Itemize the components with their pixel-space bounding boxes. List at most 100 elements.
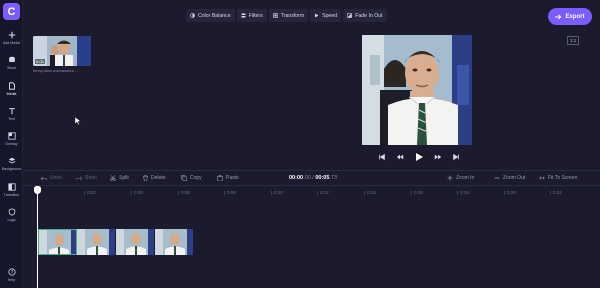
split-button[interactable]: Split (110, 175, 129, 181)
video-clip[interactable] (155, 229, 194, 255)
sidebar-item-label: Background (1, 167, 22, 171)
color-balance-icon (190, 13, 195, 18)
speed-button[interactable]: Speed (310, 9, 342, 22)
sidebar-item-label: Add Media (2, 41, 21, 45)
undo-label: Undo (50, 175, 62, 181)
total-time-fraction: .73 (329, 175, 338, 181)
transform-button[interactable]: Transform (268, 9, 309, 22)
ruler-tick-label: 0:02 (84, 190, 96, 195)
sidebar-item-background[interactable]: Background (0, 157, 23, 171)
ruler-tick-label: 0:20 (504, 190, 516, 195)
copy-button[interactable]: Copy (181, 175, 202, 181)
export-label: Export (565, 13, 585, 20)
undo-button[interactable]: Undo (41, 175, 62, 181)
skip-to-start-icon[interactable] (378, 153, 386, 161)
clip-frame-image (77, 229, 115, 255)
zoom-out-button[interactable]: Zoom Out (494, 175, 525, 181)
playhead-handle[interactable] (34, 186, 41, 194)
trash-icon (143, 175, 148, 181)
timeline-ruler[interactable]: 0:02 0:04 0:06 0:08 0:10 0:12 0:14 0:16 … (23, 188, 600, 198)
media-caption: funny-face-workaholics ... (33, 68, 79, 73)
file-icon (8, 82, 15, 90)
timecode-display: 00:00.00 / 00:05.73 (289, 175, 337, 181)
fast-forward-icon[interactable] (434, 153, 442, 161)
transition-icon (7, 183, 16, 191)
timeline-toolbar: Undo Redo Split Delete Copy Paste 00:00.… (23, 170, 600, 186)
ruler-tick-label: 0:04 (131, 190, 143, 195)
video-preview (362, 35, 472, 145)
clip-frame-image (116, 229, 154, 255)
media-thumbnail[interactable]: 0:05 (33, 36, 91, 66)
fade-icon (347, 13, 352, 18)
filters-button[interactable]: Filters (236, 9, 267, 22)
total-time: 00:05 (315, 175, 330, 181)
minus-icon (494, 177, 500, 179)
redo-icon (76, 175, 82, 181)
redo-label: Redo (85, 175, 97, 181)
playback-controls (378, 152, 460, 162)
sidebar-item-logo[interactable]: Logo (0, 208, 23, 222)
button-label: Transform (280, 12, 305, 19)
shield-icon (8, 208, 15, 216)
delete-button[interactable]: Delete (143, 175, 165, 181)
button-label: Filters (248, 12, 263, 19)
filters-icon (241, 13, 246, 18)
sidebar-item-add-media[interactable]: Add Media (0, 31, 23, 45)
video-track (38, 229, 194, 255)
current-time: 00:00 (289, 175, 304, 181)
redo-button[interactable]: Redo (76, 175, 97, 181)
arrow-right-icon (555, 14, 562, 19)
sidebar-item-overlay[interactable]: Overlay (0, 132, 23, 146)
undo-icon (41, 175, 47, 181)
rewind-icon[interactable] (396, 153, 404, 161)
sidebar-item-transition[interactable]: Transition (0, 183, 23, 197)
left-sidebar: C Add Media Stock Media Text Overlay Bac… (0, 0, 23, 288)
sidebar-item-text[interactable]: Text (0, 107, 23, 121)
skip-to-end-icon[interactable] (452, 153, 460, 161)
ruler-tick-label: 0:10 (271, 190, 283, 195)
ruler-tick-label: 0:08 (224, 190, 236, 195)
video-clip[interactable] (77, 229, 116, 255)
overlay-icon (7, 132, 16, 140)
ruler-tick-label: 0:16 (411, 190, 423, 195)
transform-icon (272, 13, 278, 18)
sidebar-item-help[interactable]: ? Help (0, 268, 23, 282)
plus-icon (8, 31, 15, 39)
layers-icon (8, 157, 15, 164)
video-clip[interactable] (116, 229, 155, 255)
zoom-in-label: Zoom In (456, 175, 475, 181)
sidebar-item-media[interactable]: Media (0, 82, 23, 96)
play-icon[interactable] (414, 152, 424, 162)
color-balance-button[interactable]: Color Balance (186, 9, 235, 22)
sidebar-item-label: Text (8, 117, 15, 121)
plus-icon (447, 175, 453, 181)
paste-button[interactable]: Paste (217, 175, 239, 181)
preview-frame-image (362, 35, 472, 145)
split-label: Split (119, 175, 129, 181)
aspect-ratio-button[interactable]: 1:1 (567, 36, 580, 45)
sidebar-item-label: Stock (7, 66, 16, 70)
scissors-icon (110, 175, 116, 181)
zoom-in-button[interactable]: Zoom In (447, 175, 474, 181)
fit-to-screen-button[interactable]: Fit To Screen (539, 175, 577, 181)
playhead-line[interactable] (37, 186, 38, 288)
paste-icon (217, 175, 223, 181)
fade-in-out-button[interactable]: Fade In Out (343, 9, 387, 22)
clip-toolbar: Color Balance Filters Transform Speed Fa… (186, 9, 387, 22)
ruler-tick-label: 0:18 (457, 190, 469, 195)
clip-frame-image (39, 230, 76, 254)
button-label: Fade In Out (355, 12, 383, 19)
fit-to-screen-label: Fit To Screen (548, 175, 578, 181)
export-button[interactable]: Export (548, 8, 592, 25)
fit-icon (539, 176, 545, 180)
sidebar-item-stock[interactable]: Stock (0, 56, 23, 70)
current-time-fraction: .00 (303, 175, 311, 181)
video-clip[interactable] (38, 229, 77, 255)
copy-icon (181, 175, 187, 181)
media-duration: 0:05 (35, 59, 45, 64)
copy-label: Copy (190, 175, 202, 181)
zoom-out-label: Zoom Out (503, 175, 526, 181)
app-logo[interactable]: C (3, 3, 20, 20)
paste-label: Paste (226, 175, 239, 181)
sidebar-item-label: Logo (7, 218, 16, 222)
